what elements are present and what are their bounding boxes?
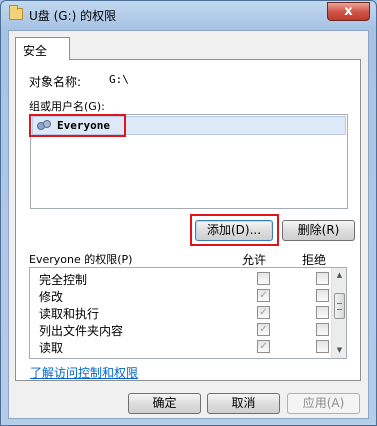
permissions-scrollbar[interactable]: ▲ ▼ bbox=[331, 268, 346, 358]
permission-name: 修改 bbox=[39, 290, 64, 304]
allow-checkbox[interactable]: ✓ bbox=[257, 323, 270, 336]
close-button[interactable]: x bbox=[327, 2, 370, 21]
security-tab-panel: 对象名称: G:\ 组或用户名(G): Everyone 添加(D)... 删除… bbox=[15, 59, 361, 381]
remove-button[interactable]: 删除(R) bbox=[282, 220, 355, 241]
deny-checkbox[interactable] bbox=[316, 289, 329, 302]
deny-column-header: 拒绝 bbox=[302, 253, 327, 267]
group-list-label: 组或用户名(G): bbox=[29, 100, 105, 113]
folder-icon bbox=[9, 5, 23, 20]
permissions-title: Everyone 的权限(P) bbox=[29, 253, 133, 266]
permission-name: 列出文件夹内容 bbox=[39, 324, 124, 338]
allow-checkbox[interactable]: ✓ bbox=[257, 306, 270, 319]
permission-name: 完全控制 bbox=[39, 273, 88, 287]
permission-row: 读取和执行 ✓ bbox=[30, 304, 332, 321]
highlight-box-everyone bbox=[29, 114, 126, 137]
permissions-dialog: U盘 (G:) 的权限 x 安全 对象名称: G:\ 组或用户名(G): Eve… bbox=[0, 0, 377, 426]
permission-row: 读取 ✓ bbox=[30, 338, 332, 355]
scroll-thumb[interactable] bbox=[334, 293, 345, 319]
allow-checkbox[interactable] bbox=[257, 272, 270, 285]
permission-name: 读取和执行 bbox=[39, 307, 100, 321]
scroll-up-icon[interactable]: ▲ bbox=[332, 268, 346, 283]
deny-checkbox[interactable] bbox=[316, 272, 329, 285]
deny-checkbox[interactable] bbox=[316, 340, 329, 353]
permission-name: 读取 bbox=[39, 341, 64, 355]
apply-button[interactable]: 应用(A) bbox=[287, 393, 360, 414]
deny-checkbox[interactable] bbox=[316, 306, 329, 319]
title-bar[interactable]: U盘 (G:) 的权限 x bbox=[1, 1, 376, 29]
permission-row: 修改 ✓ bbox=[30, 287, 332, 304]
highlight-box-add bbox=[190, 214, 279, 246]
allow-column-header: 允许 bbox=[242, 253, 267, 267]
cancel-button[interactable]: 取消 bbox=[207, 393, 280, 414]
deny-checkbox[interactable] bbox=[316, 323, 329, 336]
allow-checkbox[interactable]: ✓ bbox=[257, 340, 270, 353]
object-name-label: 对象名称: bbox=[29, 75, 82, 89]
object-name-value: G:\ bbox=[109, 73, 129, 86]
dialog-client-area: 安全 对象名称: G:\ 组或用户名(G): Everyone 添加(D)...… bbox=[8, 30, 369, 419]
ok-button[interactable]: 确定 bbox=[128, 393, 201, 414]
permissions-list[interactable]: 完全控制 修改 ✓ 读取和执行 ✓ 列出文件夹内容 ✓ 读取 ✓ ▲ ▼ bbox=[29, 267, 347, 359]
permission-row: 完全控制 bbox=[30, 270, 332, 287]
permission-row: 列出文件夹内容 ✓ bbox=[30, 321, 332, 338]
allow-checkbox[interactable]: ✓ bbox=[257, 289, 270, 302]
tab-security[interactable]: 安全 bbox=[15, 37, 70, 60]
window-title: U盘 (G:) 的权限 bbox=[29, 9, 117, 23]
help-link[interactable]: 了解访问控制和权限 bbox=[30, 364, 138, 381]
scroll-down-icon[interactable]: ▼ bbox=[332, 343, 346, 358]
